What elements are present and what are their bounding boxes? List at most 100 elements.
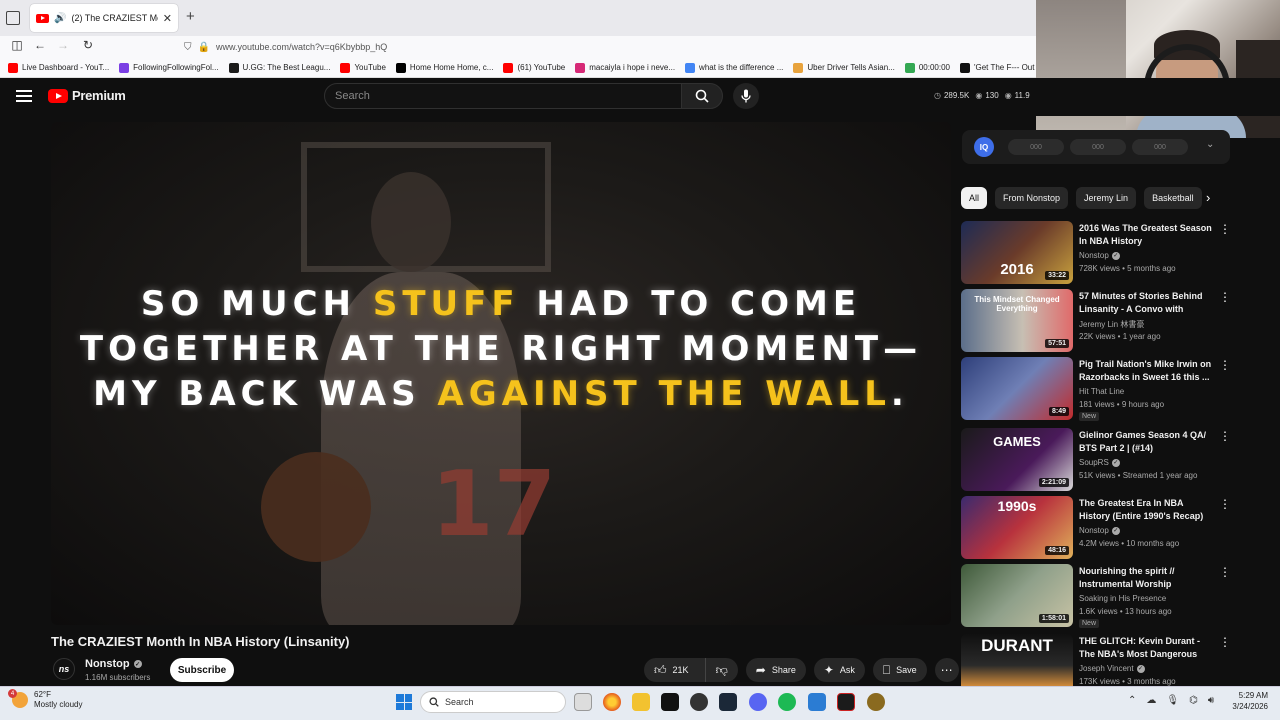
close-icon[interactable]: ✕ bbox=[163, 12, 172, 25]
url-text[interactable]: www.youtube.com/watch?v=q6Kbybbp_hQ bbox=[216, 42, 387, 52]
channel-label[interactable]: SoupRS bbox=[1079, 458, 1109, 467]
tab-list-icon[interactable] bbox=[6, 11, 20, 25]
video-thumbnail[interactable]: This Mindset Changed Everything 57:51 bbox=[961, 289, 1073, 352]
channel-name[interactable]: Nonstop ✓ bbox=[85, 658, 142, 670]
video-thumbnail[interactable]: DURANT bbox=[961, 634, 1073, 686]
channel-label[interactable]: Jeremy Lin 林書豪 bbox=[1079, 319, 1144, 330]
save-button[interactable]: ⎕ Save bbox=[872, 658, 927, 682]
more-vertical-icon[interactable]: ⋮ bbox=[1219, 565, 1231, 579]
extension-logo-icon[interactable]: IQ bbox=[974, 137, 994, 157]
firefox-icon[interactable] bbox=[603, 693, 621, 711]
recommended-video[interactable]: 8:49 Pig Trail Nation's Mike Irwin on Raz… bbox=[961, 357, 1231, 421]
speaker-icon[interactable]: 🔊 bbox=[54, 13, 66, 24]
more-vertical-icon[interactable]: ⋮ bbox=[1219, 497, 1231, 511]
subscribe-button[interactable]: Subscribe bbox=[170, 658, 234, 682]
more-vertical-icon[interactable]: ⋮ bbox=[1219, 290, 1231, 304]
bookmark-item[interactable]: U.GG: The Best Leagu... bbox=[228, 62, 330, 73]
recommended-title[interactable]: 57 Minutes of Stories Behind Linsanity -… bbox=[1079, 290, 1215, 317]
network-icon[interactable]: ⌬ bbox=[1189, 695, 1198, 706]
chip-all[interactable]: All bbox=[961, 187, 988, 209]
search-button[interactable] bbox=[681, 83, 723, 109]
x-app-icon[interactable] bbox=[661, 693, 679, 711]
chip-jeremy-lin[interactable]: Jeremy Lin bbox=[1076, 187, 1137, 209]
voice-search-button[interactable] bbox=[733, 83, 759, 109]
chevron-right-icon[interactable]: › bbox=[1206, 190, 1210, 205]
recommended-channel[interactable]: SoupRS ✓ bbox=[1079, 458, 1120, 467]
video-player[interactable]: 17 SO MUCH STUFF HAD TO COME TOGETHER AT… bbox=[51, 122, 951, 625]
weather-widget[interactable]: 4 62°F Mostly cloudy bbox=[8, 689, 82, 710]
channel-label[interactable]: Hit That Line bbox=[1079, 387, 1124, 396]
forward-arrow-icon[interactable]: → bbox=[54, 38, 72, 52]
bookmark-item[interactable]: macaiyla i hope i neve... bbox=[575, 62, 675, 73]
edge-icon[interactable] bbox=[808, 693, 826, 711]
bookmark-item[interactable]: FollowingFollowingFol... bbox=[119, 62, 219, 73]
chip-from-nonstop[interactable]: From Nonstop bbox=[995, 187, 1069, 209]
chevron-down-icon[interactable]: ⌄ bbox=[1206, 139, 1214, 150]
more-vertical-icon[interactable]: ⋮ bbox=[1219, 635, 1231, 649]
steam-icon[interactable] bbox=[719, 693, 737, 711]
search-input[interactable]: Search bbox=[324, 83, 682, 109]
url-bar[interactable]: ⛉ 🔒 www.youtube.com/watch?v=q6Kbybbp_hQ bbox=[178, 37, 1028, 57]
extension-chip[interactable]: 000 bbox=[1070, 139, 1126, 155]
bookmark-item[interactable]: Home Home Home, c... bbox=[395, 62, 493, 73]
more-vertical-icon[interactable]: ⋮ bbox=[1219, 222, 1231, 236]
task-view-icon[interactable] bbox=[574, 693, 592, 711]
recommended-title[interactable]: The Greatest Era In NBA History (Entire … bbox=[1079, 497, 1215, 523]
channel-name-text[interactable]: Nonstop bbox=[85, 658, 130, 670]
video-thumbnail[interactable]: 8:49 bbox=[961, 357, 1073, 420]
video-thumbnail[interactable]: 1:58:01 bbox=[961, 564, 1073, 627]
bookmark-item[interactable]: 00:00:00 bbox=[904, 62, 950, 73]
like-button[interactable]: 👍︎ 21K bbox=[644, 658, 699, 682]
bookmark-item[interactable]: Live Dashboard - YouT... bbox=[8, 62, 109, 73]
video-thumbnail[interactable]: GAMES 2:21:09 bbox=[961, 428, 1073, 491]
recommended-channel[interactable]: Hit That Line bbox=[1079, 387, 1124, 396]
mic-icon[interactable]: 🎙︎ bbox=[1166, 695, 1179, 706]
recommended-title[interactable]: 2016 Was The Greatest Season In NBA Hist… bbox=[1079, 222, 1215, 248]
windows-start-icon[interactable] bbox=[396, 694, 412, 710]
reload-icon[interactable]: ↻ bbox=[79, 38, 97, 52]
app-w-icon[interactable] bbox=[867, 693, 885, 711]
cloud-icon[interactable]: ☁ bbox=[1146, 695, 1156, 706]
spotify-icon[interactable] bbox=[778, 693, 796, 711]
extension-chip[interactable]: 000 bbox=[1132, 139, 1188, 155]
channel-label[interactable]: Soaking in His Presence bbox=[1079, 594, 1166, 603]
chevron-up-icon[interactable]: ⌃ bbox=[1128, 695, 1136, 706]
new-tab-icon[interactable]: + bbox=[186, 8, 195, 25]
recommended-channel[interactable]: Joseph Vincent ✓ bbox=[1079, 664, 1145, 673]
sidebar-toggle-icon[interactable]: ◫ bbox=[8, 38, 26, 52]
volume-icon[interactable]: 🔊︎ bbox=[1208, 695, 1214, 706]
recommended-channel[interactable]: Nonstop ✓ bbox=[1079, 251, 1120, 260]
channel-label[interactable]: Nonstop bbox=[1079, 251, 1109, 260]
taskbar-search[interactable]: Search bbox=[420, 691, 566, 713]
bookmark-item[interactable]: 'Get The F--- Out Of M... bbox=[959, 62, 1040, 73]
bookmark-item[interactable]: YouTube bbox=[340, 62, 386, 73]
file-explorer-icon[interactable] bbox=[632, 693, 650, 711]
lock-icon[interactable]: 🔒 bbox=[198, 42, 210, 53]
recommended-title[interactable]: THE GLITCH: Kevin Durant - The NBA's Mos… bbox=[1079, 635, 1215, 662]
clock[interactable]: 5:29 AM 3/24/2026 bbox=[1222, 690, 1268, 712]
video-thumbnail[interactable]: 2016 33:22 bbox=[961, 221, 1073, 284]
recommended-video[interactable]: DURANT THE GLITCH: Kevin Durant - The NBA… bbox=[961, 634, 1231, 686]
chip-basketball[interactable]: Basketball bbox=[1144, 187, 1202, 209]
recommended-channel[interactable]: Nonstop ✓ bbox=[1079, 526, 1120, 535]
youtube-premium-logo[interactable]: Premium bbox=[48, 88, 126, 103]
recommended-title[interactable]: Nourishing the spirit // Instrumental Wo… bbox=[1079, 565, 1215, 592]
bookmark-item[interactable]: Uber Driver Tells Asian... bbox=[793, 62, 895, 73]
chrome-app-icon[interactable] bbox=[690, 693, 708, 711]
dislike-button[interactable]: 👎︎ bbox=[704, 658, 738, 682]
recommended-video[interactable]: This Mindset Changed Everything 57:51 57 M… bbox=[961, 289, 1231, 353]
recommended-video[interactable]: 1:58:01 Nourishing the spirit // Instrume… bbox=[961, 564, 1231, 628]
channel-avatar[interactable]: ns bbox=[53, 658, 75, 680]
recommended-title[interactable]: Pig Trail Nation's Mike Irwin on Razorba… bbox=[1079, 358, 1215, 384]
bookmark-item[interactable]: (61) YouTube bbox=[503, 62, 565, 73]
extension-chip[interactable]: 000 bbox=[1008, 139, 1064, 155]
bookmark-item[interactable]: what is the difference ... bbox=[685, 62, 783, 73]
discord-icon[interactable] bbox=[749, 693, 767, 711]
video-thumbnail[interactable]: 1990s 48:16 bbox=[961, 496, 1073, 559]
recommended-title[interactable]: Gielinor Games Season 4 QA/ BTS Part 2 |… bbox=[1079, 429, 1215, 455]
more-vertical-icon[interactable]: ⋮ bbox=[1219, 429, 1231, 443]
channel-label[interactable]: Nonstop bbox=[1079, 526, 1109, 535]
recommended-video[interactable]: 1990s 48:16 The Greatest Era In NBA Histor… bbox=[961, 496, 1231, 560]
back-arrow-icon[interactable]: ← bbox=[31, 38, 49, 52]
more-vertical-icon[interactable]: ⋮ bbox=[1219, 358, 1231, 372]
